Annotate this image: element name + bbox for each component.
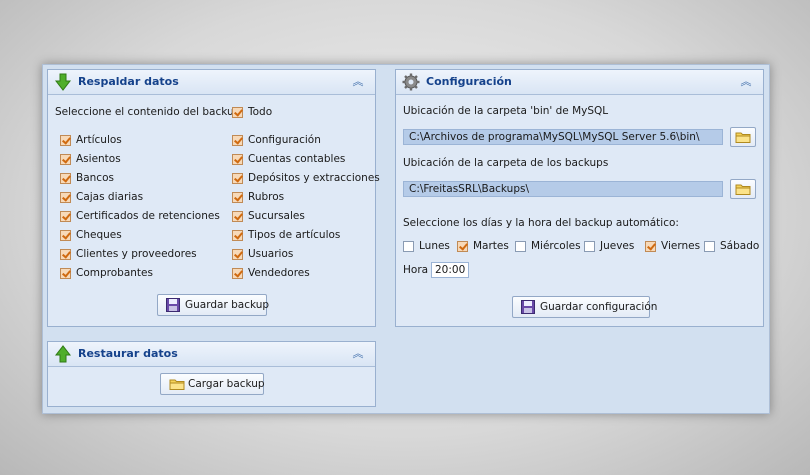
double-chevron-up-icon[interactable]: ︽ [351,75,365,89]
hour-label: Hora [403,264,429,276]
checkbox-right-7[interactable] [232,268,243,279]
backup-panel-header: Respaldar datos ︽ [48,70,375,95]
checkbox-label: Vendedores [248,267,310,279]
green-up-arrow-icon [54,345,72,363]
day-label: Lunes [419,240,450,252]
folder-icon [735,132,751,143]
checkbox-label: Asientos [76,153,121,165]
folder-icon [169,379,185,390]
checkbox-day-2[interactable] [515,241,526,252]
folder-icon [735,184,751,195]
config-panel-title: Configuración [426,75,512,88]
checkbox-left-3[interactable] [60,192,71,203]
checkbox-label: Artículos [76,134,122,146]
checkbox-left-1[interactable] [60,154,71,165]
checkbox-right-2[interactable] [232,173,243,184]
restore-panel: Restaurar datos ︽ Cargar backup [47,341,376,407]
floppy-disk-icon [166,298,180,312]
checkbox-right-3[interactable] [232,192,243,203]
checkbox-right-4[interactable] [232,211,243,222]
todo-label: Todo [248,106,273,118]
day-label: Martes [473,240,509,252]
restore-panel-header: Restaurar datos ︽ [48,342,375,367]
save-backup-label: Guardar backup [185,299,270,311]
hour-input[interactable]: 20:00 [431,262,469,278]
checkbox-day-1[interactable] [457,241,468,252]
checkbox-label: Depósitos y extracciones [248,172,380,184]
checkbox-right-0[interactable] [232,135,243,146]
load-backup-button[interactable]: Cargar backup [160,373,265,395]
checkbox-todo[interactable] [232,107,243,118]
checkbox-left-7[interactable] [60,268,71,279]
checkbox-day-0[interactable] [403,241,414,252]
checkbox-label: Cheques [76,229,122,241]
checkbox-label: Tipos de artículos [248,229,341,241]
checkbox-right-6[interactable] [232,249,243,260]
day-label: Miércoles [531,240,581,252]
checkbox-label: Configuración [248,134,321,146]
checkbox-label: Comprobantes [76,267,153,279]
checkbox-label: Bancos [76,172,114,184]
config-panel: Configuración ︽ Ubicación de la carpeta … [395,69,764,327]
checkbox-left-0[interactable] [60,135,71,146]
backups-path-field[interactable]: C:\FreitasSRL\Backups\ [403,181,723,197]
checkbox-left-2[interactable] [60,173,71,184]
backups-folder-label: Ubicación de la carpeta de los backups [403,157,609,169]
load-backup-label: Cargar backup [188,378,265,390]
restore-panel-title: Restaurar datos [78,347,178,360]
schedule-label: Seleccione los días y la hora del backup… [403,217,679,229]
checkbox-right-1[interactable] [232,154,243,165]
checkbox-label: Clientes y proveedores [76,248,197,260]
checkbox-left-5[interactable] [60,230,71,241]
backup-select-label: Seleccione el contenido del backup: [55,106,244,118]
gear-icon [402,73,420,91]
checkbox-left-6[interactable] [60,249,71,260]
double-chevron-up-icon[interactable]: ︽ [351,347,365,361]
day-label: Viernes [661,240,701,252]
mysql-path-field[interactable]: C:\Archivos de programa\MySQL\MySQL Serv… [403,129,723,145]
checkbox-label: Rubros [248,191,285,203]
backup-panel: Respaldar datos ︽ Seleccione el contenid… [47,69,380,327]
checkbox-label: Sucursales [248,210,305,222]
checkbox-day-4[interactable] [645,241,656,252]
save-backup-button[interactable]: Guardar backup [157,294,270,316]
save-config-label: Guardar configuración [540,301,658,313]
checkbox-left-4[interactable] [60,211,71,222]
config-panel-header: Configuración ︽ [396,70,763,95]
checkbox-label: Cuentas contables [248,153,346,165]
double-chevron-up-icon[interactable]: ︽ [739,75,753,89]
checkbox-label: Usuarios [248,248,294,260]
checkbox-day-5[interactable] [704,241,715,252]
green-down-arrow-icon [54,73,72,91]
day-label: Sábado [720,240,760,252]
checkbox-label: Cajas diarias [76,191,144,203]
checkbox-right-5[interactable] [232,230,243,241]
backup-window: Respaldar datos ︽ Seleccione el contenid… [42,64,770,414]
floppy-disk-icon [521,300,535,314]
backup-panel-title: Respaldar datos [78,75,179,88]
browse-backups-button[interactable] [730,179,756,199]
checkbox-day-3[interactable] [584,241,595,252]
mysql-folder-label: Ubicación de la carpeta 'bin' de MySQL [403,105,609,117]
browse-mysql-button[interactable] [730,127,756,147]
day-label: Jueves [600,240,635,252]
save-config-button[interactable]: Guardar configuración [512,296,657,318]
checkbox-label: Certificados de retenciones [76,210,220,222]
